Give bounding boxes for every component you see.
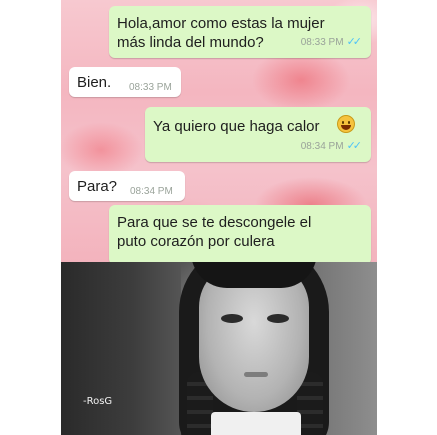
message-meta: 08:33 PM ✓✓ bbox=[300, 33, 363, 52]
eye-shape bbox=[221, 314, 243, 323]
message-text: Para que se te descongele el puto corazó… bbox=[117, 213, 357, 251]
outgoing-message-bubble[interactable]: Ya quiero que haga calor 08:34 PM ✓✓ bbox=[145, 107, 371, 162]
collar-shape bbox=[211, 412, 301, 435]
message-text: Para? bbox=[77, 178, 118, 195]
message-time: 08:34 PM bbox=[300, 141, 344, 152]
watermark-text: -RosG bbox=[83, 396, 113, 407]
outgoing-message-bubble[interactable]: Para que se te descongele el puto corazó… bbox=[109, 205, 371, 262]
mouth-shape bbox=[244, 372, 268, 377]
message-time: 08:34 PM bbox=[130, 186, 173, 197]
reaction-photo: -RosG bbox=[61, 262, 377, 435]
message-line: Hola,amor como estas la mujer bbox=[117, 15, 325, 32]
message-line: Para que se te descongele el bbox=[117, 214, 312, 231]
read-ticks-icon: ✓✓ bbox=[346, 140, 363, 152]
smiling-face-emoji-icon bbox=[337, 115, 355, 133]
read-ticks-icon: ✓✓ bbox=[346, 36, 363, 48]
chat-screenshot: Hola,amor como estas la mujer más linda … bbox=[61, 0, 377, 262]
incoming-message-bubble[interactable]: Bien. 08:33 PM bbox=[69, 67, 181, 97]
message-time: 08:33 PM bbox=[129, 82, 172, 93]
meme-frame: Hola,amor como estas la mujer más linda … bbox=[61, 0, 377, 435]
message-text: Ya quiero que haga calor bbox=[153, 118, 320, 135]
outgoing-message-bubble[interactable]: Hola,amor como estas la mujer más linda … bbox=[109, 6, 371, 58]
message-time: 08:33 PM bbox=[300, 37, 344, 48]
message-line: puto corazón por culera bbox=[117, 233, 275, 250]
eye-shape bbox=[267, 314, 289, 323]
incoming-message-bubble[interactable]: Para? 08:34 PM bbox=[69, 171, 185, 201]
message-meta: 08:34 PM ✓✓ bbox=[300, 137, 363, 156]
message-text: Bien. bbox=[77, 74, 112, 91]
photo-background bbox=[61, 262, 181, 435]
